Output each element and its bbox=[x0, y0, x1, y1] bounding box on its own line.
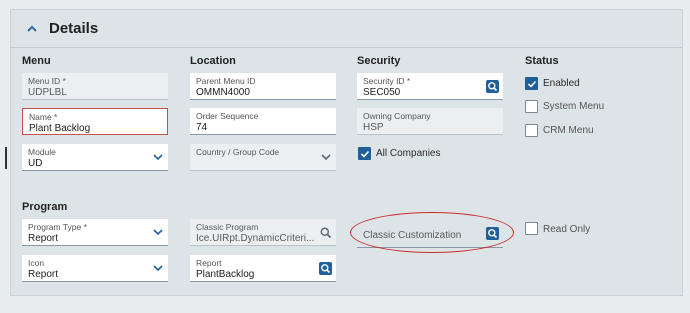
status-heading: Status bbox=[525, 55, 559, 67]
enabled-label[interactable]: Enabled bbox=[543, 78, 580, 89]
crm-menu-checkbox[interactable] bbox=[525, 124, 538, 137]
search-icon[interactable] bbox=[486, 80, 499, 93]
security-id-label: Security ID * bbox=[363, 76, 411, 86]
report-field[interactable]: Report PlantBacklog bbox=[190, 255, 336, 282]
menu-id-value: UDPLBL bbox=[28, 87, 67, 98]
report-label: Report bbox=[196, 258, 222, 268]
chevron-down-icon[interactable] bbox=[153, 153, 163, 161]
order-sequence-value[interactable]: 74 bbox=[196, 122, 207, 133]
check-icon bbox=[360, 150, 370, 158]
system-menu-checkbox[interactable] bbox=[525, 100, 538, 113]
security-heading: Security bbox=[357, 55, 401, 67]
country-group-code-select[interactable]: Country / Group Code bbox=[190, 144, 336, 171]
order-sequence-field[interactable]: Order Sequence 74 bbox=[190, 108, 336, 135]
read-only-label[interactable]: Read Only bbox=[543, 224, 590, 235]
country-group-code-label: Country / Group Code bbox=[196, 147, 280, 157]
menu-id-label: Menu ID * bbox=[28, 76, 66, 86]
order-sequence-label: Order Sequence bbox=[196, 111, 259, 121]
chevron-down-icon[interactable] bbox=[153, 228, 163, 236]
chevron-down-icon[interactable] bbox=[153, 264, 163, 272]
program-heading: Program bbox=[22, 201, 68, 213]
highlight-oval bbox=[350, 212, 514, 253]
parent-menu-id-value[interactable]: OMMN4000 bbox=[196, 87, 250, 98]
all-companies-label[interactable]: All Companies bbox=[376, 148, 440, 159]
name-label: Name * bbox=[29, 112, 58, 122]
module-label: Module bbox=[28, 147, 56, 157]
panel-title: Details bbox=[49, 20, 99, 37]
classic-program-field: Classic Program Ice.UIRpt.DynamicCriteri… bbox=[190, 219, 336, 246]
menu-id-field: Menu ID * UDPLBL bbox=[22, 73, 168, 100]
name-value[interactable]: Plant Backlog bbox=[29, 123, 90, 134]
text-cursor-marker bbox=[5, 147, 7, 169]
program-type-value: Report bbox=[28, 233, 59, 244]
chevron-up-icon[interactable] bbox=[25, 22, 39, 36]
report-value[interactable]: PlantBacklog bbox=[196, 269, 254, 280]
security-id-field[interactable]: Security ID * SEC050 bbox=[357, 73, 503, 100]
parent-menu-id-field[interactable]: Parent Menu ID OMMN4000 bbox=[190, 73, 336, 100]
module-value: UD bbox=[28, 158, 43, 169]
owning-company-field: Owning Company HSP bbox=[357, 108, 503, 135]
classic-program-value: Ice.UIRpt.DynamicCriteri... bbox=[196, 233, 315, 244]
search-icon[interactable] bbox=[319, 262, 332, 275]
chevron-down-icon[interactable] bbox=[321, 153, 331, 161]
enabled-checkbox[interactable] bbox=[525, 77, 538, 90]
owning-company-value: HSP bbox=[363, 122, 384, 133]
security-id-value[interactable]: SEC050 bbox=[363, 87, 400, 98]
system-menu-label[interactable]: System Menu bbox=[543, 101, 604, 112]
all-companies-checkbox[interactable] bbox=[358, 147, 371, 160]
classic-program-label: Classic Program bbox=[196, 222, 259, 232]
owning-company-label: Owning Company bbox=[363, 111, 431, 121]
search-icon[interactable] bbox=[319, 226, 332, 239]
program-type-select[interactable]: Program Type * Report bbox=[22, 219, 168, 246]
menu-heading: Menu bbox=[22, 55, 51, 67]
details-panel-header[interactable]: Details bbox=[11, 10, 682, 48]
read-only-checkbox[interactable] bbox=[525, 222, 538, 235]
module-select[interactable]: Module UD bbox=[22, 144, 168, 171]
location-heading: Location bbox=[190, 55, 236, 67]
crm-menu-label[interactable]: CRM Menu bbox=[543, 125, 594, 136]
icon-label: Icon bbox=[28, 258, 45, 268]
parent-menu-id-label: Parent Menu ID bbox=[196, 76, 256, 86]
icon-value: Report bbox=[28, 269, 59, 280]
name-field[interactable]: Name * Plant Backlog bbox=[22, 108, 168, 135]
icon-select[interactable]: Icon Report bbox=[22, 255, 168, 282]
program-type-label: Program Type * bbox=[28, 222, 87, 232]
check-icon bbox=[527, 80, 537, 88]
